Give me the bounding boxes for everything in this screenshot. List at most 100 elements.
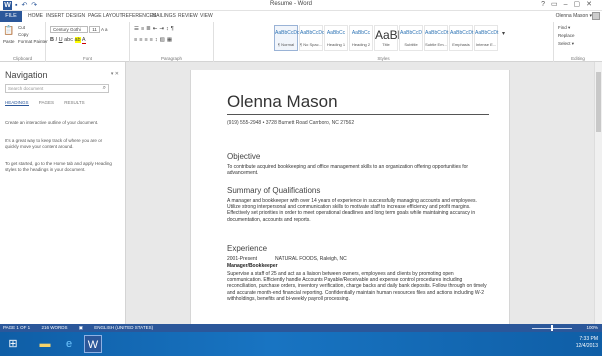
grow-font-icon[interactable]: A: [101, 27, 104, 32]
text-highlight-icon[interactable]: ab: [74, 37, 81, 43]
document-area[interactable]: Olenna Mason (919) 555-2948 • 3728 Burne…: [126, 62, 602, 332]
redo-icon[interactable]: ↷: [31, 2, 38, 9]
ribbon-display-icon[interactable]: ▭: [551, 1, 564, 8]
copy-button[interactable]: Copy: [18, 32, 29, 37]
word-taskbar-icon[interactable]: W: [84, 335, 102, 353]
ribbon: 📋 Paste Cut Copy Format Painter Clipboar…: [0, 22, 602, 62]
styles-more-icon[interactable]: ▾: [502, 30, 505, 37]
name-divider: [227, 114, 489, 115]
document-page[interactable]: Olenna Mason (919) 555-2948 • 3728 Burne…: [190, 70, 510, 332]
file-explorer-icon[interactable]: ▬: [36, 335, 54, 353]
paste-button[interactable]: Paste: [3, 39, 15, 44]
navigation-title: Navigation: [5, 70, 48, 80]
tab-results[interactable]: RESULTS: [64, 100, 84, 105]
start-icon[interactable]: ⊞: [4, 335, 22, 353]
search-input[interactable]: Search document ⌕: [5, 84, 109, 93]
style-no-spacing[interactable]: AaBbCcDc ¶ No Spac...: [299, 25, 324, 51]
style-intense-emphasis[interactable]: AaBbCcDt Intense E...: [474, 25, 498, 51]
editing-label: Editing: [571, 56, 585, 61]
objective-text: To contribute acquired bookkeeping and o…: [227, 164, 469, 177]
navigation-pane: Navigation ▾ ✕ Search document ⌕ HEADING…: [0, 62, 126, 324]
page-count[interactable]: PAGE 1 OF 1: [3, 325, 30, 330]
style-emphasis[interactable]: AaBbCcDt Emphasis: [449, 25, 473, 51]
editing-group: Find ▾ Replace Select ▾ Editing: [554, 22, 602, 62]
objective-heading: Objective: [227, 152, 261, 161]
close-icon[interactable]: ✕: [586, 1, 598, 8]
close-icon[interactable]: ▾ ✕: [111, 71, 119, 77]
internet-explorer-icon[interactable]: e: [60, 335, 78, 353]
tab-mailings[interactable]: MAILINGS: [152, 13, 176, 19]
styles-label: Styles: [377, 56, 390, 61]
title-bar: W ▪ ↶ ↷ Resume - Word ?▭–▢✕: [0, 0, 602, 11]
format-painter-button[interactable]: Format Painter: [18, 39, 48, 44]
tab-pages[interactable]: PAGES: [39, 100, 54, 105]
zoom-slider-thumb[interactable]: [551, 325, 553, 331]
paragraph-group: ☰≡≣⇤⇥↕¶ ≡≡≡≡↕▨▦ Paragraph: [130, 22, 214, 62]
style-normal[interactable]: AaBbCcDc ¶ Normal: [274, 25, 299, 51]
job-organization: NATURAL FOODS, Raleigh, NC: [275, 256, 347, 262]
avatar[interactable]: [592, 12, 600, 20]
font-group: Century Gothi 11 A a B I U abc ab A Font: [46, 22, 130, 62]
style-subtle-emphasis[interactable]: AaBbCcDt Subtle Em...: [424, 25, 448, 51]
nav-info-get-started: To get started, go to the Home tab and a…: [5, 161, 112, 172]
language-indicator[interactable]: ENGLISH (UNITED STATES): [94, 325, 153, 330]
paragraph-label: Paragraph: [160, 56, 182, 61]
tab-design[interactable]: DESIGN: [66, 13, 85, 19]
increase-indent-icon[interactable]: ⇥: [159, 26, 166, 32]
windows-taskbar: ⊞ ▬ e W 7:33 PM 12/4/2013: [0, 332, 602, 356]
search-icon[interactable]: ⌕: [103, 85, 106, 92]
word-count[interactable]: 216 WORDS: [41, 325, 67, 330]
show-marks-icon[interactable]: ¶: [171, 26, 176, 32]
style-subtitle[interactable]: AaBbCcD Subtitle: [399, 25, 423, 51]
tab-view[interactable]: VIEW: [200, 13, 213, 19]
bold-icon[interactable]: B: [50, 37, 54, 43]
minimize-icon[interactable]: –: [564, 1, 574, 8]
undo-icon[interactable]: ↶: [21, 2, 28, 9]
style-title[interactable]: AaBl Title: [374, 25, 400, 51]
tab-file[interactable]: FILE: [0, 11, 22, 22]
word-icon[interactable]: W: [3, 1, 12, 10]
italic-icon[interactable]: I: [56, 37, 58, 43]
clock-date: 12/4/2013: [575, 343, 598, 349]
nav-info-track: It's a great way to keep track of where …: [5, 138, 103, 149]
multilevel-list-icon[interactable]: ≣: [146, 26, 153, 32]
summary-heading: Summary of Qualifications: [227, 186, 321, 195]
window-controls: ?▭–▢✕: [541, 0, 598, 8]
style-heading-2[interactable]: AaBbCc Heading 2: [349, 25, 373, 51]
nav-info-outline: Create an interactive outline of your do…: [5, 120, 99, 125]
help-icon[interactable]: ?: [541, 1, 551, 8]
tab-review[interactable]: REVIEW: [178, 13, 198, 19]
ribbon-tabs: FILE HOME INSERT DESIGN PAGE LAYOUT REFE…: [0, 11, 602, 22]
strikethrough-icon[interactable]: abc: [64, 37, 73, 43]
select-button[interactable]: Select ▾: [558, 41, 574, 47]
tab-home[interactable]: HOME: [28, 13, 43, 19]
font-name-select[interactable]: Century Gothi: [50, 26, 88, 33]
find-button[interactable]: Find ▾: [558, 25, 570, 31]
vertical-scrollbar[interactable]: [594, 62, 602, 324]
system-clock[interactable]: 7:33 PM 12/4/2013: [576, 336, 598, 350]
bullets-icon[interactable]: ☰: [134, 26, 141, 32]
font-size-select[interactable]: 11: [89, 26, 100, 33]
search-placeholder: Search document: [8, 86, 44, 91]
shrink-font-icon[interactable]: a: [105, 27, 108, 32]
save-icon[interactable]: ▪: [15, 2, 18, 9]
navigation-tabs: HEADINGS PAGES RESULTS: [5, 100, 94, 106]
scrollbar-thumb[interactable]: [596, 72, 601, 132]
user-account[interactable]: Olenna Mason ▾: [556, 13, 592, 19]
cut-button[interactable]: Cut: [18, 25, 25, 30]
style-heading-1[interactable]: AaBbCc Heading 1: [324, 25, 348, 51]
borders-icon[interactable]: ▦: [167, 37, 174, 43]
underline-icon[interactable]: U: [59, 37, 63, 43]
paste-icon[interactable]: 📋: [3, 25, 14, 36]
summary-text: A manager and bookkeeper with over 14 ye…: [227, 198, 477, 223]
zoom-level[interactable]: 100%: [586, 325, 598, 330]
tab-headings[interactable]: HEADINGS: [5, 100, 29, 106]
font-color-icon[interactable]: A: [81, 37, 86, 44]
proofing-icon[interactable]: ▣: [79, 325, 83, 330]
maximize-icon[interactable]: ▢: [574, 1, 587, 8]
tab-insert[interactable]: INSERT: [46, 13, 64, 19]
tab-page-layout[interactable]: PAGE LAYOUT: [88, 13, 123, 19]
shading-icon[interactable]: ▨: [160, 37, 167, 43]
replace-button[interactable]: Replace: [558, 33, 575, 38]
styles-group: AaBbCcDc ¶ Normal AaBbCcDc ¶ No Spac... Aa…: [214, 22, 554, 62]
